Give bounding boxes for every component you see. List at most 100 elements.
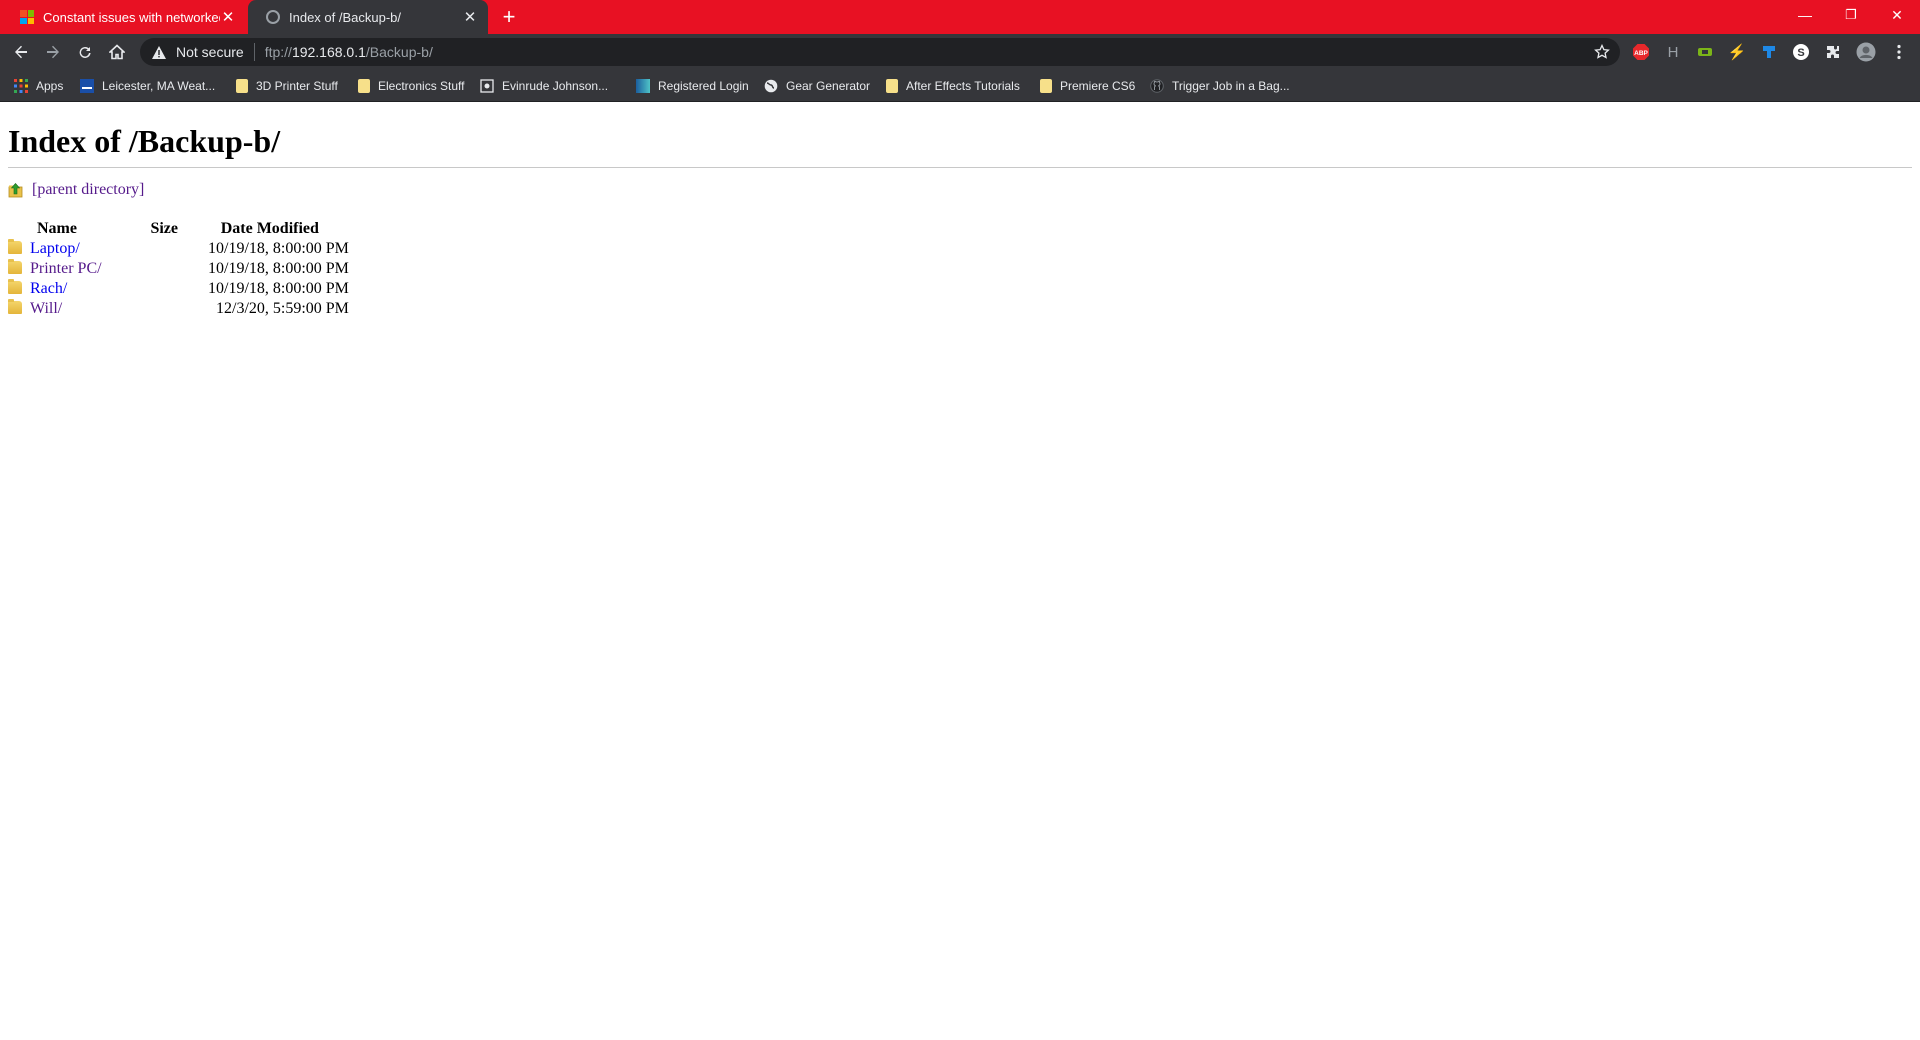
entry-date-cell: 10/19/18, 8:00:00 PM xyxy=(208,240,349,257)
parent-directory-row: [parent directory] xyxy=(8,181,144,199)
bookmark-label: Leicester, MA Weat... xyxy=(102,79,216,93)
entry-size-cell xyxy=(106,299,208,319)
address-bar[interactable]: Not secure ftp://192.168.0.1/Backup-b/ xyxy=(140,38,1620,66)
bookmark-label: Gear Generator xyxy=(786,79,871,93)
bookmark-trigger-job[interactable]: Trigger Job in a Bag... xyxy=(1150,77,1290,95)
parent-directory-icon xyxy=(8,183,23,198)
heading-divider xyxy=(8,167,1912,168)
weather-site-icon xyxy=(80,79,94,93)
tab-title: Index of /Backup-b/ xyxy=(289,9,402,25)
folder-icon xyxy=(8,299,22,314)
arrow-left-icon xyxy=(15,45,27,59)
bookmark-label: Electronics Stuff xyxy=(378,79,465,93)
url-path: /Backup-b/ xyxy=(365,44,433,60)
bookmark-label: After Effects Tutorials xyxy=(906,79,1020,93)
page-content: Index of /Backup-b/ [parent directory] N… xyxy=(0,103,1920,1040)
kebab-menu-icon[interactable] xyxy=(1890,43,1908,61)
apps-grid-icon xyxy=(14,79,28,93)
entry-name-cell: Rach/ xyxy=(8,279,106,299)
tab-index-of-backup[interactable]: Index of /Backup-b/ ✕ xyxy=(248,0,488,34)
close-window-button[interactable]: ✕ xyxy=(1874,0,1920,30)
entry-link-rach[interactable]: Rach/ xyxy=(30,280,67,297)
tab-strip: Constant issues with networked c ✕ Index… xyxy=(0,0,1920,34)
bookmark-label: Premiere CS6 xyxy=(1060,79,1136,93)
page-title: Index of /Backup-b/ xyxy=(8,123,281,159)
bookmark-star-icon[interactable] xyxy=(1594,43,1610,63)
table-row: Rach/ 10/19/18, 8:00:00 PM xyxy=(8,279,349,299)
home-button[interactable] xyxy=(104,39,130,65)
close-tab-icon[interactable]: ✕ xyxy=(220,9,236,26)
bookmark-label: Apps xyxy=(36,79,64,93)
new-tab-button[interactable]: + xyxy=(496,5,522,31)
bookmark-leicester-weather[interactable]: Leicester, MA Weat... xyxy=(80,77,215,95)
entry-size-cell xyxy=(106,279,208,299)
svg-text:S: S xyxy=(1797,47,1804,59)
forward-button[interactable] xyxy=(40,39,66,65)
table-row: Will/ 12/3/20, 5:59:00 PM xyxy=(8,299,349,319)
bookmark-apps[interactable]: Apps xyxy=(14,77,63,95)
bookmark-3d-printer-stuff[interactable]: 3D Printer Stuff xyxy=(236,77,338,95)
bookmark-registered-login[interactable]: Registered Login xyxy=(636,77,749,95)
folder-icon xyxy=(8,279,22,294)
bookmark-after-effects-tutorials[interactable]: After Effects Tutorials xyxy=(886,77,1020,95)
folder-icon xyxy=(1040,79,1052,93)
warning-triangle-icon[interactable] xyxy=(152,44,168,60)
bookmark-gear-generator[interactable]: Gear Generator xyxy=(764,77,870,95)
bookmark-evinrude-johnson[interactable]: Evinrude Johnson... xyxy=(480,77,608,95)
entry-name-cell: Will/ xyxy=(8,299,106,319)
minimize-button[interactable]: — xyxy=(1782,0,1828,30)
entry-date-cell: 12/3/20, 5:59:00 PM xyxy=(216,300,349,317)
bookmarks-bar: Apps Leicester, MA Weat... 3D Printer St… xyxy=(0,70,1920,102)
column-header-date[interactable]: Date Modified xyxy=(208,219,349,239)
entry-date-cell: 10/19/18, 8:00:00 PM xyxy=(208,260,349,277)
puzzle-extensions-icon[interactable] xyxy=(1824,43,1842,61)
entry-name-cell: Laptop/ xyxy=(8,239,106,259)
folder-icon xyxy=(8,259,22,274)
column-header-name[interactable]: Name xyxy=(8,219,106,239)
bookmark-label: Registered Login xyxy=(658,79,749,93)
home-icon xyxy=(109,44,125,60)
security-status[interactable]: Not secure xyxy=(176,44,244,60)
entry-date-cell: 10/19/18, 8:00:00 PM xyxy=(208,280,349,297)
tab-title: Constant issues with networked c xyxy=(43,9,220,25)
url-scheme: ftp:// xyxy=(264,44,292,60)
svg-text:ABP: ABP xyxy=(1634,50,1648,57)
omnibox-divider xyxy=(253,43,255,61)
entry-size-cell xyxy=(106,239,208,259)
folder-icon xyxy=(8,239,22,254)
close-tab-icon[interactable]: ✕ xyxy=(462,9,478,26)
restore-button[interactable]: ❐ xyxy=(1828,0,1874,30)
folder-icon xyxy=(236,79,248,93)
reload-button[interactable] xyxy=(72,39,98,65)
github-icon xyxy=(1150,79,1164,93)
bookmark-label: Trigger Job in a Bag... xyxy=(1172,79,1290,93)
parent-directory-link[interactable]: [parent directory] xyxy=(32,181,144,199)
table-row: Printer PC/ 10/19/18, 8:00:00 PM xyxy=(8,259,349,279)
profile-avatar[interactable] xyxy=(1856,42,1876,62)
lightning-extension-icon[interactable]: ⚡ xyxy=(1728,43,1747,61)
table-row: Laptop/ 10/19/18, 8:00:00 PM xyxy=(8,239,349,259)
bookmark-electronics-stuff[interactable]: Electronics Stuff xyxy=(358,77,464,95)
blue-extension-icon[interactable] xyxy=(1760,43,1778,61)
bookmark-premiere-cs6[interactable]: Premiere CS6 xyxy=(1040,77,1135,95)
entry-link-laptop[interactable]: Laptop/ xyxy=(30,240,80,257)
entry-name-cell: Printer PC/ xyxy=(8,259,106,279)
column-header-size[interactable]: Size xyxy=(106,219,208,239)
site-icon xyxy=(636,79,650,93)
site-icon xyxy=(480,79,494,93)
browser-toolbar: Not secure ftp://192.168.0.1/Backup-b/ A… xyxy=(0,34,1920,70)
honey-h-icon[interactable]: H xyxy=(1664,43,1682,61)
globe-icon xyxy=(266,10,280,24)
s-extension-icon[interactable]: S xyxy=(1792,43,1810,61)
entry-link-will[interactable]: Will/ xyxy=(30,300,62,317)
green-extension-icon[interactable] xyxy=(1696,43,1714,61)
bookmark-label: Evinrude Johnson... xyxy=(502,79,609,93)
adblock-plus-icon[interactable]: ABP xyxy=(1632,43,1650,61)
entry-link-printer-pc[interactable]: Printer PC/ xyxy=(30,260,102,277)
entry-size-cell xyxy=(106,259,208,279)
back-button[interactable] xyxy=(8,39,34,65)
arrow-right-icon xyxy=(47,45,59,59)
folder-icon xyxy=(358,79,370,93)
tab-constant-issues[interactable]: Constant issues with networked c ✕ xyxy=(2,0,246,34)
listing-header-row: Name Size Date Modified xyxy=(8,219,349,239)
